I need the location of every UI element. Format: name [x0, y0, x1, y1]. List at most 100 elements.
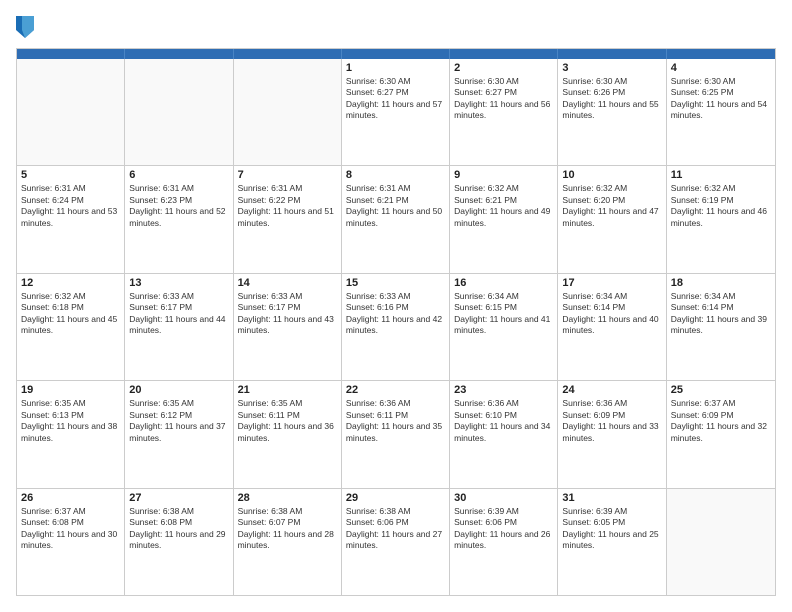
calendar-cell	[125, 59, 233, 165]
day-number: 11	[671, 169, 771, 181]
calendar-body: 1Sunrise: 6:30 AMSunset: 6:27 PMDaylight…	[17, 59, 775, 595]
calendar-cell: 2 Sunrise: 6:30 AMSunset: 6:27 PMDaylight…	[450, 59, 558, 165]
day-info: Sunrise: 6:36 AMSunset: 6:11 PMDaylight:…	[346, 398, 445, 444]
header-monday	[125, 49, 233, 59]
calendar-cell: 20Sunrise: 6:35 AMSunset: 6:12 PMDayligh…	[125, 381, 233, 487]
calendar-row-3: 19 Sunrise: 6:35 AMSunset: 6:13 PMDayligh…	[17, 381, 775, 488]
calendar-cell: 26 Sunrise: 6:37 AMSunset: 6:08 PMDayligh…	[17, 489, 125, 595]
day-number: 30	[454, 492, 553, 504]
calendar-row-0: 1Sunrise: 6:30 AMSunset: 6:27 PMDaylight…	[17, 59, 775, 166]
calendar-cell: 24Sunrise: 6:36 AMSunset: 6:09 PMDayligh…	[558, 381, 666, 487]
day-number: 10	[562, 169, 661, 181]
day-number: 18	[671, 277, 771, 289]
day-number: 13	[129, 277, 228, 289]
calendar-cell: 5 Sunrise: 6:31 AMSunset: 6:24 PMDaylight…	[17, 166, 125, 272]
header-tuesday	[234, 49, 342, 59]
calendar-cell: 12 Sunrise: 6:32 AMSunset: 6:18 PMDayligh…	[17, 274, 125, 380]
day-number: 7	[238, 169, 337, 181]
header-wednesday	[342, 49, 450, 59]
calendar-cell: 4 Sunrise: 6:30 AMSunset: 6:25 PMDaylight…	[667, 59, 775, 165]
calendar-cell: 7 Sunrise: 6:31 AMSunset: 6:22 PMDaylight…	[234, 166, 342, 272]
day-info: Sunrise: 6:37 AMSunset: 6:09 PMDaylight:…	[671, 398, 771, 444]
day-info: Sunrise: 6:30 AMSunset: 6:25 PMDaylight:…	[671, 76, 771, 122]
day-info: Sunrise: 6:34 AMSunset: 6:15 PMDaylight:…	[454, 291, 553, 337]
calendar-row-4: 26 Sunrise: 6:37 AMSunset: 6:08 PMDayligh…	[17, 489, 775, 595]
calendar-cell: 31 Sunrise: 6:39 AMSunset: 6:05 PMDayligh…	[558, 489, 666, 595]
day-number: 25	[671, 384, 771, 396]
day-info: Sunrise: 6:35 AMSunset: 6:11 PMDaylight:…	[238, 398, 337, 444]
day-info: Sunrise: 6:31 AMSunset: 6:24 PMDaylight:…	[21, 183, 120, 229]
day-number: 9	[454, 169, 553, 181]
calendar-cell: 6 Sunrise: 6:31 AMSunset: 6:23 PMDaylight…	[125, 166, 233, 272]
calendar-cell	[17, 59, 125, 165]
calendar-cell: 13 Sunrise: 6:33 AMSunset: 6:17 PMDayligh…	[125, 274, 233, 380]
day-number: 6	[129, 169, 228, 181]
calendar-cell: 23 Sunrise: 6:36 AMSunset: 6:10 PMDayligh…	[450, 381, 558, 487]
header-sunday	[17, 49, 125, 59]
day-number: 16	[454, 277, 553, 289]
calendar-cell: 14 Sunrise: 6:33 AMSunset: 6:17 PMDayligh…	[234, 274, 342, 380]
day-number: 31	[562, 492, 661, 504]
day-number: 3	[562, 62, 661, 74]
day-number: 17	[562, 277, 661, 289]
day-info: Sunrise: 6:30 AMSunset: 6:27 PMDaylight:…	[454, 76, 553, 122]
day-info: Sunrise: 6:33 AMSunset: 6:17 PMDaylight:…	[238, 291, 337, 337]
day-info: Sunrise: 6:38 AMSunset: 6:06 PMDaylight:…	[346, 506, 445, 552]
calendar-cell: 30Sunrise: 6:39 AMSunset: 6:06 PMDayligh…	[450, 489, 558, 595]
calendar-cell: 19 Sunrise: 6:35 AMSunset: 6:13 PMDayligh…	[17, 381, 125, 487]
day-info: Sunrise: 6:39 AMSunset: 6:05 PMDaylight:…	[562, 506, 661, 552]
header	[16, 16, 776, 38]
day-info: Sunrise: 6:38 AMSunset: 6:07 PMDaylight:…	[238, 506, 337, 552]
day-number: 2	[454, 62, 553, 74]
calendar-cell: 16 Sunrise: 6:34 AMSunset: 6:15 PMDayligh…	[450, 274, 558, 380]
calendar-cell: 25 Sunrise: 6:37 AMSunset: 6:09 PMDayligh…	[667, 381, 775, 487]
calendar-cell: 17 Sunrise: 6:34 AMSunset: 6:14 PMDayligh…	[558, 274, 666, 380]
day-info: Sunrise: 6:38 AMSunset: 6:08 PMDaylight:…	[129, 506, 228, 552]
day-info: Sunrise: 6:32 AMSunset: 6:21 PMDaylight:…	[454, 183, 553, 229]
day-number: 12	[21, 277, 120, 289]
day-number: 21	[238, 384, 337, 396]
day-info: Sunrise: 6:31 AMSunset: 6:22 PMDaylight:…	[238, 183, 337, 229]
day-number: 4	[671, 62, 771, 74]
calendar-cell: 15Sunrise: 6:33 AMSunset: 6:16 PMDayligh…	[342, 274, 450, 380]
day-number: 5	[21, 169, 120, 181]
day-number: 14	[238, 277, 337, 289]
calendar: 1Sunrise: 6:30 AMSunset: 6:27 PMDaylight…	[16, 48, 776, 596]
calendar-cell: 21 Sunrise: 6:35 AMSunset: 6:11 PMDayligh…	[234, 381, 342, 487]
day-info: Sunrise: 6:35 AMSunset: 6:13 PMDaylight:…	[21, 398, 120, 444]
calendar-cell: 28 Sunrise: 6:38 AMSunset: 6:07 PMDayligh…	[234, 489, 342, 595]
day-info: Sunrise: 6:30 AMSunset: 6:27 PMDaylight:…	[346, 76, 445, 122]
day-info: Sunrise: 6:32 AMSunset: 6:19 PMDaylight:…	[671, 183, 771, 229]
calendar-cell: 9 Sunrise: 6:32 AMSunset: 6:21 PMDaylight…	[450, 166, 558, 272]
calendar-row-1: 5 Sunrise: 6:31 AMSunset: 6:24 PMDaylight…	[17, 166, 775, 273]
day-number: 26	[21, 492, 120, 504]
day-info: Sunrise: 6:30 AMSunset: 6:26 PMDaylight:…	[562, 76, 661, 122]
day-info: Sunrise: 6:31 AMSunset: 6:23 PMDaylight:…	[129, 183, 228, 229]
day-info: Sunrise: 6:31 AMSunset: 6:21 PMDaylight:…	[346, 183, 445, 229]
calendar-row-2: 12 Sunrise: 6:32 AMSunset: 6:18 PMDayligh…	[17, 274, 775, 381]
day-info: Sunrise: 6:33 AMSunset: 6:17 PMDaylight:…	[129, 291, 228, 337]
day-info: Sunrise: 6:36 AMSunset: 6:09 PMDaylight:…	[562, 398, 661, 444]
day-info: Sunrise: 6:34 AMSunset: 6:14 PMDaylight:…	[562, 291, 661, 337]
day-info: Sunrise: 6:32 AMSunset: 6:20 PMDaylight:…	[562, 183, 661, 229]
calendar-cell: 3 Sunrise: 6:30 AMSunset: 6:26 PMDaylight…	[558, 59, 666, 165]
day-info: Sunrise: 6:32 AMSunset: 6:18 PMDaylight:…	[21, 291, 120, 337]
page: 1Sunrise: 6:30 AMSunset: 6:27 PMDaylight…	[0, 0, 792, 612]
day-number: 27	[129, 492, 228, 504]
day-info: Sunrise: 6:34 AMSunset: 6:14 PMDaylight:…	[671, 291, 771, 337]
day-number: 28	[238, 492, 337, 504]
day-number: 19	[21, 384, 120, 396]
day-number: 29	[346, 492, 445, 504]
calendar-cell	[667, 489, 775, 595]
calendar-cell: 11 Sunrise: 6:32 AMSunset: 6:19 PMDayligh…	[667, 166, 775, 272]
day-number: 23	[454, 384, 553, 396]
calendar-cell	[234, 59, 342, 165]
day-info: Sunrise: 6:37 AMSunset: 6:08 PMDaylight:…	[21, 506, 120, 552]
calendar-cell: 18 Sunrise: 6:34 AMSunset: 6:14 PMDayligh…	[667, 274, 775, 380]
calendar-cell: 22Sunrise: 6:36 AMSunset: 6:11 PMDayligh…	[342, 381, 450, 487]
calendar-cell: 1Sunrise: 6:30 AMSunset: 6:27 PMDaylight…	[342, 59, 450, 165]
header-saturday	[667, 49, 775, 59]
day-info: Sunrise: 6:36 AMSunset: 6:10 PMDaylight:…	[454, 398, 553, 444]
logo-icon	[16, 16, 34, 38]
day-info: Sunrise: 6:35 AMSunset: 6:12 PMDaylight:…	[129, 398, 228, 444]
